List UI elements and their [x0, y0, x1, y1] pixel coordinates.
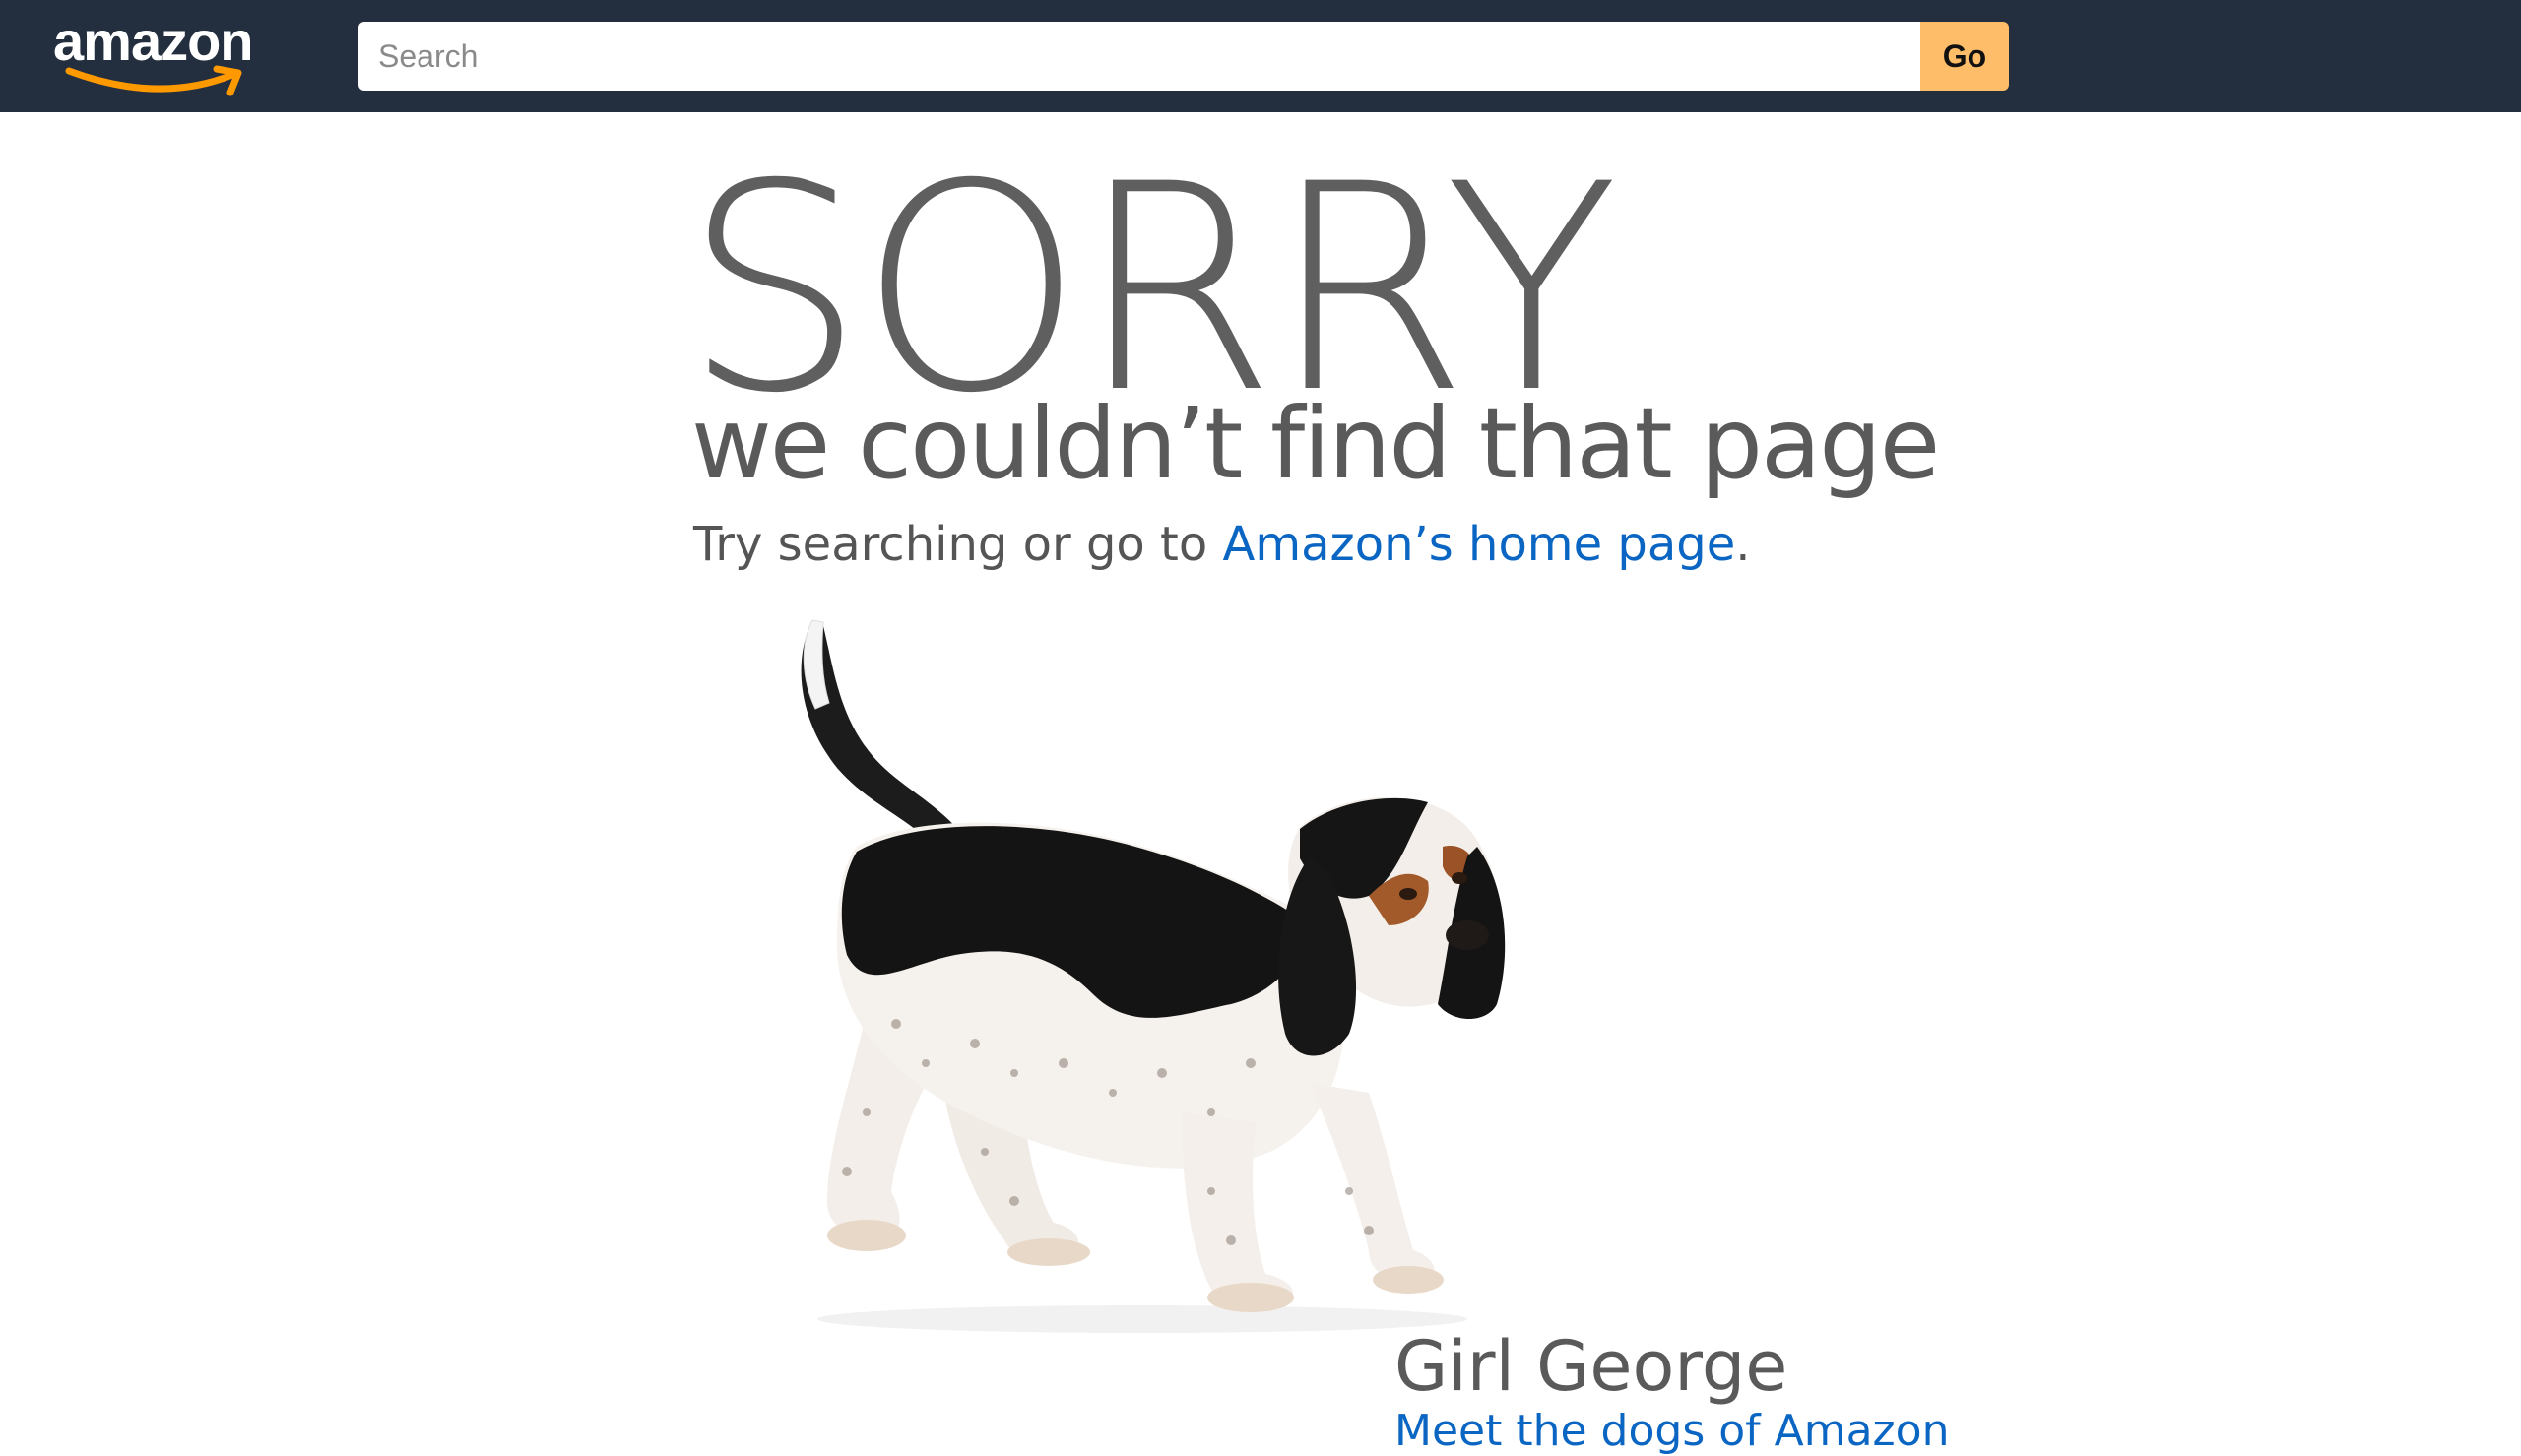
search-input[interactable]: [358, 22, 1920, 91]
top-navigation-bar: amazon Go: [0, 0, 2521, 112]
search-hint: Try searching or go to Amazon’s home pag…: [693, 514, 1751, 575]
logo-text: amazon: [53, 10, 253, 72]
meet-the-dogs-link[interactable]: Meet the dogs of Amazon: [1394, 1410, 1949, 1453]
search-bar: Go: [358, 22, 2009, 91]
hint-prefix: Try searching or go to: [693, 517, 1223, 572]
basset-hound-image: [801, 619, 1506, 1333]
hint-suffix: .: [1735, 517, 1751, 572]
amazon-home-page-link[interactable]: Amazon’s home page: [1223, 517, 1736, 572]
go-button[interactable]: Go: [1920, 22, 2009, 91]
amazon-logo[interactable]: amazon: [47, 10, 264, 98]
error-content: SORRY we couldn’t find that page Try sea…: [683, 148, 1949, 1453]
smile-arrow-icon: [65, 65, 242, 96]
dog-name: Girl George: [1394, 1326, 1788, 1407]
error-subtitle: we couldn’t find that page: [691, 386, 1940, 501]
